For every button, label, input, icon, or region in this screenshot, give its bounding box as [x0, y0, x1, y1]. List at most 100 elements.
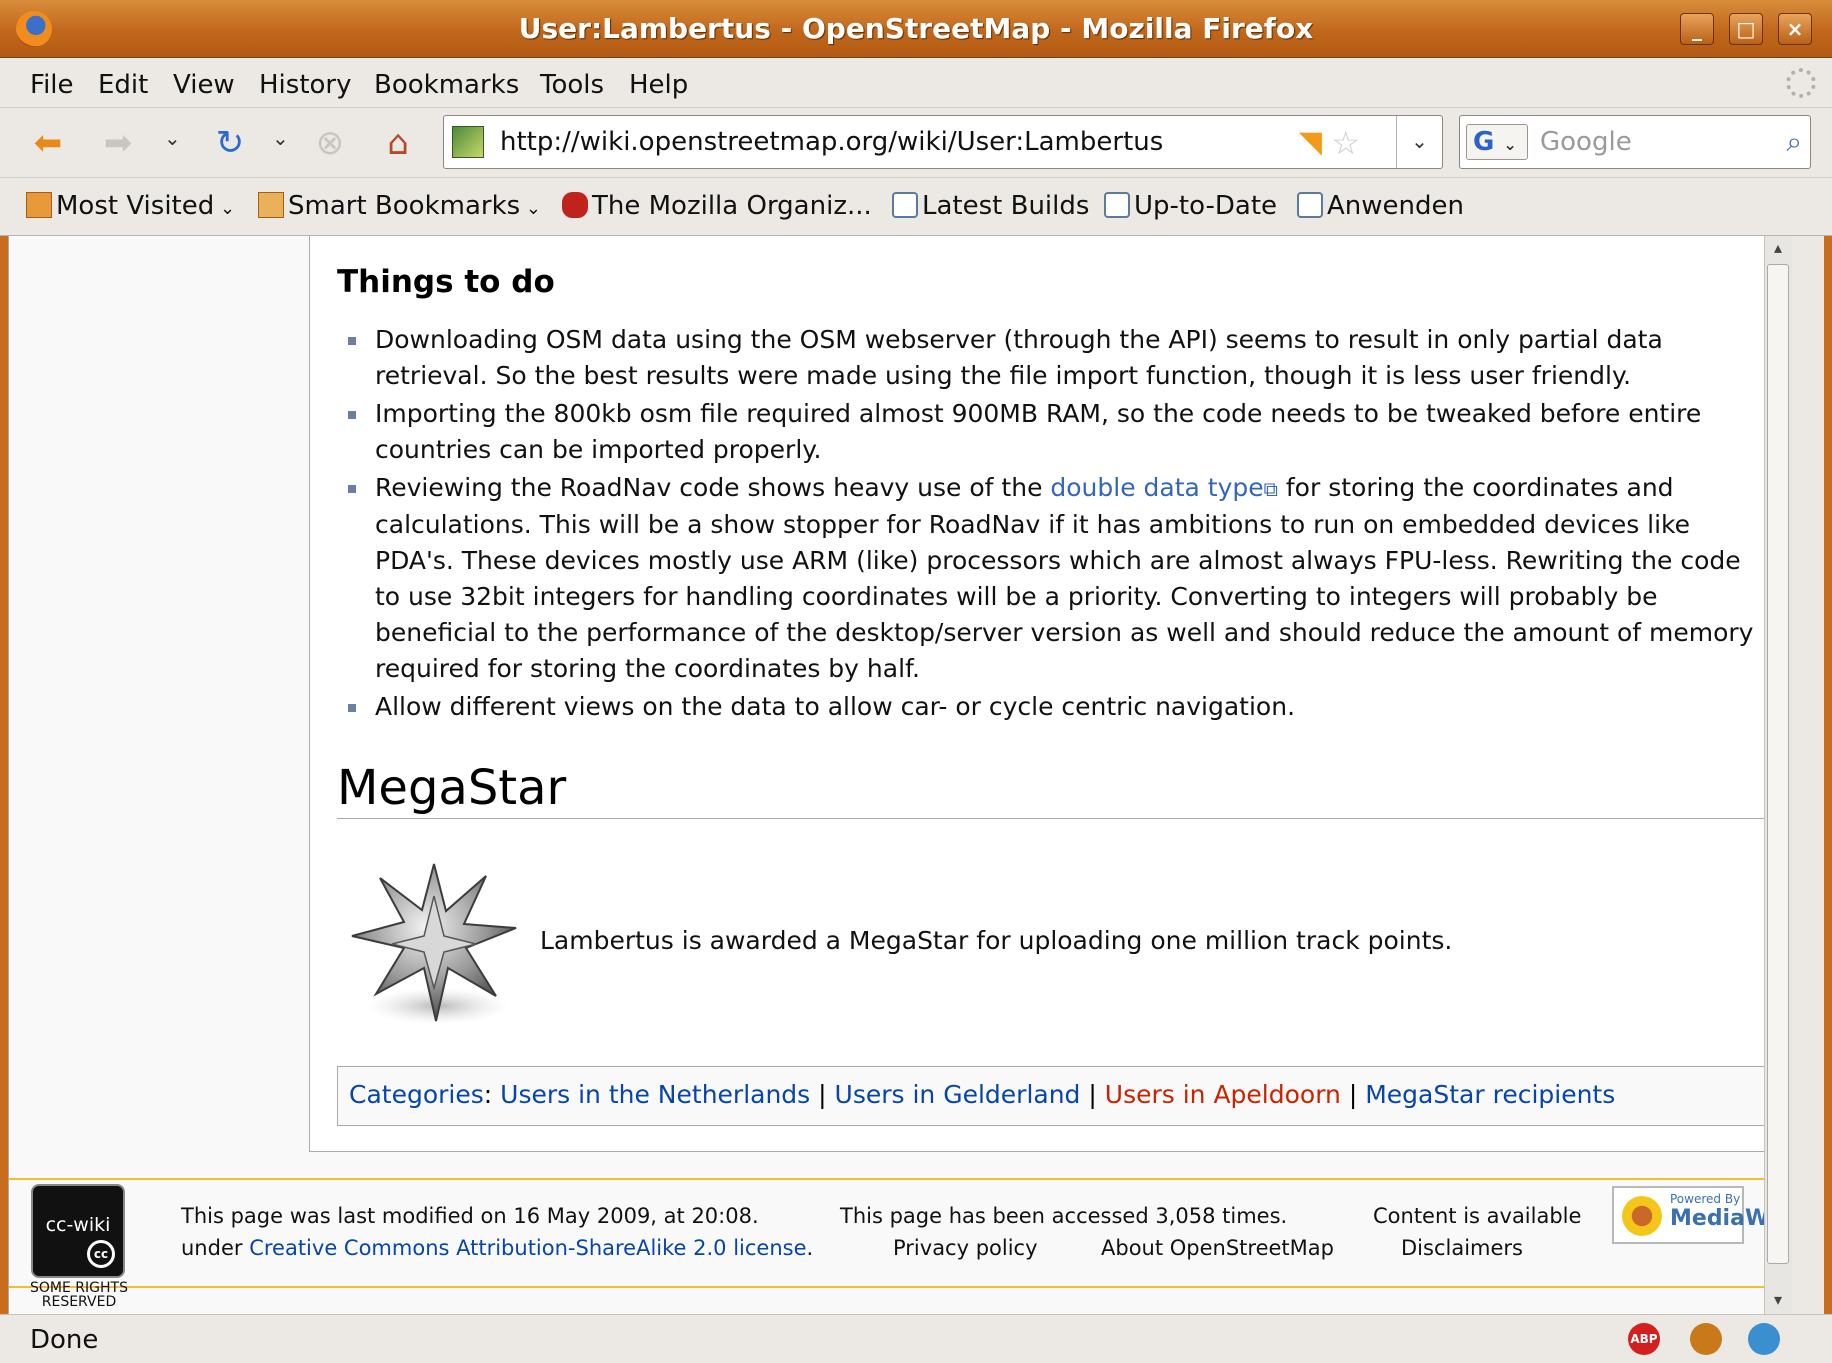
stop-icon[interactable]: ⊗: [308, 121, 352, 165]
site-favicon-icon: [452, 126, 484, 158]
bookmark-up-to-date[interactable]: Up-to-Date: [1104, 191, 1277, 221]
category-link-megastar-recipients[interactable]: MegaStar recipients: [1365, 1080, 1615, 1109]
search-box[interactable]: G ⌄ Google ⌕: [1459, 115, 1811, 169]
activity-throbber-icon: [1786, 68, 1816, 98]
status-bar: Done ABP: [0, 1314, 1832, 1363]
about-openstreetmap-link[interactable]: About OpenStreetMap: [1101, 1236, 1334, 1260]
window-title: User:Lambertus - OpenStreetMap - Mozilla…: [518, 12, 1314, 45]
bookmark-label: Up-to-Date: [1134, 191, 1278, 221]
maximize-button[interactable]: □: [1729, 13, 1763, 45]
list-item-text: Downloading OSM data using the OSM webse…: [375, 325, 1663, 390]
url-bar[interactable]: http://wiki.openstreetmap.org/wiki/User:…: [443, 115, 1443, 169]
search-input[interactable]: Google: [1540, 127, 1632, 157]
greasemonkey-icon[interactable]: [1690, 1323, 1722, 1355]
rss-feed-icon[interactable]: ◥: [1299, 125, 1322, 160]
bookmarks-toolbar: Most Visited ⌄ Smart Bookmarks ⌄ The Moz…: [0, 178, 1832, 236]
article-body: Things to do Downloading OSM data using …: [309, 236, 1792, 1152]
scroll-down-arrow-icon[interactable]: ▾: [1767, 1290, 1789, 1312]
minimize-button[interactable]: _: [1680, 13, 1714, 45]
scroll-up-arrow-icon[interactable]: ▴: [1767, 238, 1789, 260]
menu-help[interactable]: Help: [629, 70, 688, 100]
bookmark-star-icon[interactable]: ☆: [1331, 124, 1360, 162]
period: .: [806, 1236, 814, 1260]
search-magnifier-icon[interactable]: ⌕: [1786, 125, 1802, 159]
todo-list: Downloading OSM data using the OSM webse…: [337, 322, 1757, 727]
megastar-award-text: Lambertus is awarded a MegaStar for uplo…: [540, 926, 1453, 955]
section-heading-megastar: MegaStar: [337, 760, 1787, 819]
back-arrow-icon[interactable]: ⬅: [26, 121, 70, 165]
cc-some-rights-reserved: SOME RIGHTS RESERVED: [30, 1280, 128, 1310]
url-dropdown-chevron-down-icon[interactable]: ⌄: [1396, 116, 1442, 168]
category-link-users-in-apeldoorn[interactable]: Users in Apeldoorn: [1105, 1080, 1341, 1109]
chevron-down-icon: ⌄: [214, 198, 236, 219]
history-chevron-down-icon[interactable]: ⌄: [164, 126, 181, 150]
folder-icon: [258, 192, 284, 218]
privacy-policy-link[interactable]: Privacy policy: [893, 1236, 1038, 1260]
list-item: Allow different views on the data to all…: [337, 689, 1757, 725]
bookmark-smart-bookmarks[interactable]: Smart Bookmarks ⌄: [258, 191, 541, 221]
window-frame-right: [1824, 58, 1832, 1314]
chevron-down-icon: ⌄: [520, 198, 541, 219]
list-item-text: Allow different views on the data to all…: [375, 692, 1296, 721]
powered-by-label: Powered By: [1670, 1192, 1741, 1206]
cc-wiki-badge-icon[interactable]: cc-wiki cc: [31, 1184, 125, 1278]
list-item-text-pre: Reviewing the RoadNav code shows heavy u…: [375, 473, 1051, 502]
disclaimers-link[interactable]: Disclaimers: [1401, 1236, 1523, 1260]
abp-label: ABP: [1630, 1332, 1658, 1346]
reload-icon[interactable]: ↻: [208, 121, 252, 165]
mediawiki-sunflower-icon: [1622, 1196, 1662, 1236]
window-titlebar: User:Lambertus - OpenStreetMap - Mozilla…: [0, 0, 1832, 58]
menu-tools[interactable]: Tools: [540, 70, 604, 100]
home-icon[interactable]: ⌂: [376, 121, 420, 165]
megastar-image[interactable]: [346, 856, 522, 1032]
bookmark-label: Smart Bookmarks: [288, 191, 521, 221]
access-count-text: This page has been accessed 3,058 times.: [840, 1204, 1288, 1228]
adblock-plus-icon[interactable]: ABP: [1628, 1323, 1660, 1355]
window-frame-left: [0, 58, 8, 1314]
section-heading-things-to-do: Things to do: [337, 264, 555, 300]
categories-link[interactable]: Categories: [349, 1080, 484, 1109]
double-data-type-link[interactable]: double data type: [1050, 473, 1263, 502]
under-label: under: [181, 1236, 243, 1260]
navigation-toolbar: ⬅ ➡ ⌄ ↻ ⌄ ⊗ ⌂ http://wiki.openstreetmap.…: [0, 108, 1832, 178]
powered-by-mediawiki-badge-icon[interactable]: Powered By MediaWiki: [1612, 1186, 1792, 1244]
category-link-users-in-gelderland[interactable]: Users in Gelderland: [835, 1080, 1081, 1109]
page-viewport: Things to do Downloading OSM data using …: [8, 236, 1792, 1314]
list-item-text: Importing the 800kb osm file required al…: [375, 399, 1702, 464]
bookmark-mozilla[interactable]: The Mozilla Organiz...: [562, 191, 872, 221]
bullet-icon: [348, 337, 356, 345]
bullet-icon: [348, 704, 356, 712]
separator: |: [1080, 1080, 1105, 1109]
cc-logo-icon: cc: [87, 1240, 115, 1268]
scrollbar-thumb[interactable]: [1767, 264, 1789, 1264]
separator: |: [1340, 1080, 1366, 1109]
bookmark-most-visited[interactable]: Most Visited ⌄: [26, 191, 235, 221]
livemark-icon: [1297, 192, 1323, 218]
livemark-icon: [892, 192, 918, 218]
category-link-users-in-the-netherlands[interactable]: Users in the Netherlands: [500, 1080, 810, 1109]
search-engine-selector[interactable]: G ⌄: [1466, 124, 1528, 160]
list-item: Downloading OSM data using the OSM webse…: [337, 322, 1757, 394]
url-text[interactable]: http://wiki.openstreetmap.org/wiki/User:…: [500, 127, 1163, 157]
menu-edit[interactable]: Edit: [98, 70, 148, 100]
forward-arrow-icon[interactable]: ➡: [96, 121, 140, 165]
livemark-icon: [1104, 192, 1130, 218]
license-link[interactable]: Creative Commons Attribution-ShareAlike …: [249, 1236, 806, 1260]
menu-history[interactable]: History: [259, 70, 352, 100]
vertical-scrollbar[interactable]: ▴ ▾: [1764, 236, 1792, 1314]
menu-bookmarks[interactable]: Bookmarks: [374, 70, 519, 100]
last-modified-text: This page was last modified on 16 May 20…: [181, 1204, 759, 1228]
bookmark-anwenden[interactable]: Anwenden: [1297, 191, 1464, 221]
extension-status-icon[interactable]: [1748, 1323, 1780, 1355]
bookmark-latest-builds[interactable]: Latest Builds: [892, 191, 1089, 221]
status-text: Done: [30, 1325, 99, 1355]
close-button[interactable]: ×: [1778, 13, 1812, 45]
cc-badge-label: cc-wiki: [45, 1214, 111, 1236]
menu-file[interactable]: File: [30, 70, 74, 100]
menu-view[interactable]: View: [173, 70, 235, 100]
separator: |: [810, 1080, 835, 1109]
reload-chevron-down-icon[interactable]: ⌄: [272, 126, 289, 150]
menu-bar: File Edit View History Bookmarks Tools H…: [0, 58, 1832, 108]
under-text: under Creative Commons Attribution-Share…: [181, 1236, 813, 1260]
separator: :: [483, 1080, 501, 1109]
